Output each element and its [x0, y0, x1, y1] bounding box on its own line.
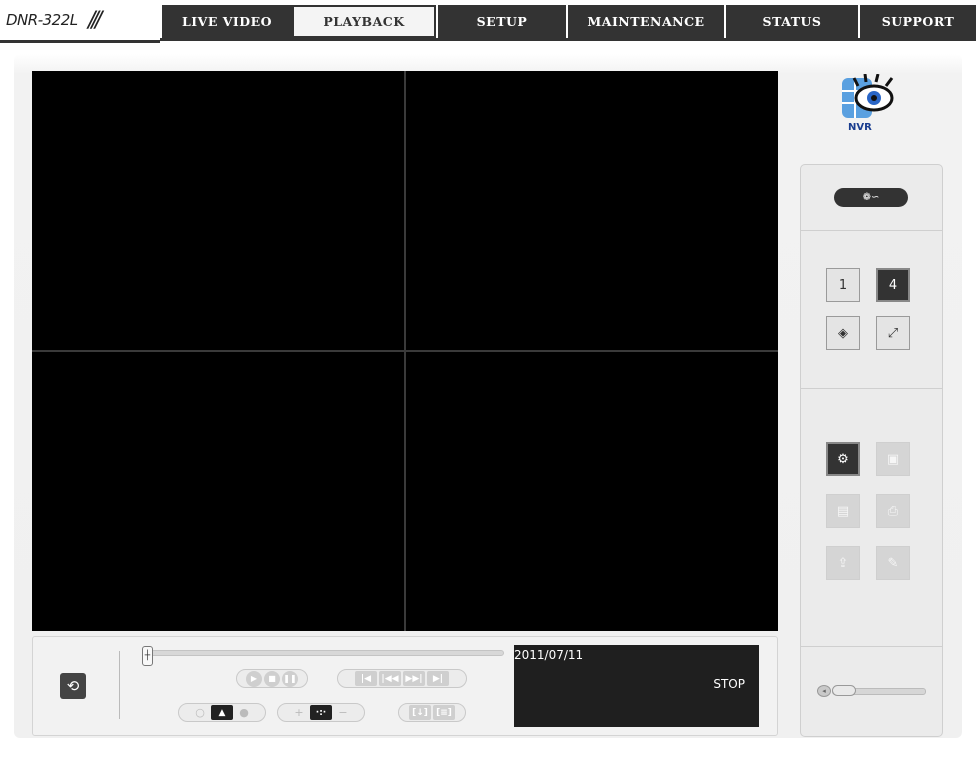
frame-step-icon: [↓]	[412, 707, 428, 718]
fit-icon: ◈	[838, 325, 848, 341]
settings-button[interactable]: ⚙	[826, 442, 860, 476]
tab-support[interactable]: SUPPORT	[858, 5, 976, 38]
last-frame-button[interactable]: ▶|	[427, 671, 449, 686]
play-button[interactable]: ▶	[246, 670, 262, 687]
print-icon: ⎙	[887, 503, 899, 519]
print-button[interactable]: ⎙	[876, 494, 910, 528]
edit-button[interactable]: ✎	[876, 546, 910, 580]
side-panel	[800, 164, 943, 737]
tab-live-video[interactable]: LIVE VIDEO	[160, 5, 292, 38]
refresh-icon: ⟲	[66, 677, 80, 695]
slow-down-button[interactable]: −	[334, 706, 352, 720]
frame-all-icon: [≡]	[436, 707, 452, 718]
quad-view-icon: 4	[888, 277, 898, 293]
gear-icon: ⚙	[837, 451, 849, 467]
timeline-slider-thumb[interactable]: ┼	[142, 646, 153, 666]
dot-icon: ●	[239, 706, 249, 719]
side-separator-1	[800, 230, 943, 231]
pause-button[interactable]: ❚❚	[282, 670, 298, 687]
backup-icon: ⇪	[837, 555, 849, 571]
fast-forward-button[interactable]: ▶▶|	[403, 671, 425, 686]
playback-date: 2011/07/11	[514, 648, 584, 662]
fit-screen-button[interactable]: ◈	[826, 316, 860, 350]
volume-slider-thumb[interactable]	[832, 685, 856, 696]
save-button[interactable]: ▣	[876, 442, 910, 476]
grid-divider-horizontal	[32, 350, 778, 352]
frame-all-button[interactable]: [≡]	[433, 705, 455, 720]
normal-speed-button[interactable]: ·:·	[310, 705, 332, 720]
plus-icon: +	[294, 706, 304, 719]
play-icon: ▶	[250, 674, 258, 683]
layout-4-button[interactable]: 4	[876, 268, 910, 302]
skip-start-icon: |◀	[360, 673, 372, 684]
skip-end-icon: ▶|	[432, 673, 444, 684]
stop-icon: ■	[268, 674, 276, 683]
pause-icon: ❚❚	[283, 674, 297, 683]
layout-1-button[interactable]: 1	[826, 268, 860, 302]
speaker-icon: ◂	[817, 685, 831, 697]
nvr-label: NVR	[848, 122, 872, 133]
speed-icon: ·:·	[315, 707, 327, 718]
record-button[interactable]: ●	[235, 706, 253, 720]
tab-status[interactable]: STATUS	[724, 5, 858, 38]
frame-step-button[interactable]: [↓]	[409, 705, 431, 720]
film-play-icon: ❁∽	[862, 192, 880, 203]
minus-icon: −	[338, 706, 348, 719]
nav-underline	[160, 38, 976, 41]
tab-playback[interactable]: PLAYBACK	[292, 5, 436, 38]
reverse-button[interactable]: ○	[191, 706, 209, 720]
circle-icon: ○	[195, 706, 205, 719]
stop-button[interactable]: ■	[264, 670, 280, 687]
fast-forward-icon: ▶▶|	[405, 673, 423, 684]
video-grid	[32, 71, 778, 631]
single-view-icon: 1	[838, 277, 848, 293]
refresh-button[interactable]: ⟲	[60, 673, 86, 699]
side-separator-2	[800, 388, 943, 389]
brand-underline	[0, 40, 160, 43]
nav-tabs: LIVE VIDEO PLAYBACK SETUP MAINTENANCE ST…	[160, 5, 976, 38]
fullscreen-button[interactable]: ⤢	[876, 316, 910, 350]
side-separator-3	[800, 646, 943, 647]
playback-mode-button[interactable]: ❁∽	[834, 188, 908, 207]
fullscreen-icon: ⤢	[887, 325, 899, 341]
playback-status-display: 2011/07/11 STOP	[514, 645, 759, 727]
tab-maintenance[interactable]: MAINTENANCE	[566, 5, 724, 38]
rewind-icon: |◀◀	[381, 673, 399, 684]
speed-up-button[interactable]: +	[290, 706, 308, 720]
top-navigation: DNR-322L /// LIVE VIDEO PLAYBACK SETUP M…	[0, 0, 976, 43]
up-arrow-icon: ▲	[218, 707, 226, 718]
seek-controls: |◀ |◀◀ ▶▶| ▶|	[337, 669, 467, 688]
pencil-icon: ✎	[887, 555, 899, 571]
brand-logo: DNR-322L ///	[0, 5, 160, 43]
speed-controls: + ·:· −	[277, 703, 365, 722]
play-controls: ▶ ■ ❚❚	[236, 669, 308, 688]
save-icon: ▣	[886, 451, 900, 467]
normal-direction-button[interactable]: ▲	[211, 705, 233, 720]
playback-status: STOP	[713, 677, 745, 691]
backup-button[interactable]: ⇪	[826, 546, 860, 580]
direction-controls: ○ ▲ ●	[178, 703, 266, 722]
tab-setup[interactable]: SETUP	[436, 5, 566, 38]
control-separator	[119, 651, 120, 719]
brand-model: DNR-322L	[6, 11, 78, 29]
snapshot-icon: ▤	[836, 503, 850, 519]
rewind-button[interactable]: |◀◀	[379, 671, 401, 686]
frame-controls: [↓] [≡]	[398, 703, 466, 722]
first-frame-button[interactable]: |◀	[355, 671, 377, 686]
brand-slashes: ///	[88, 8, 102, 33]
timeline-slider[interactable]	[146, 650, 504, 656]
snapshot-button[interactable]: ▤	[826, 494, 860, 528]
